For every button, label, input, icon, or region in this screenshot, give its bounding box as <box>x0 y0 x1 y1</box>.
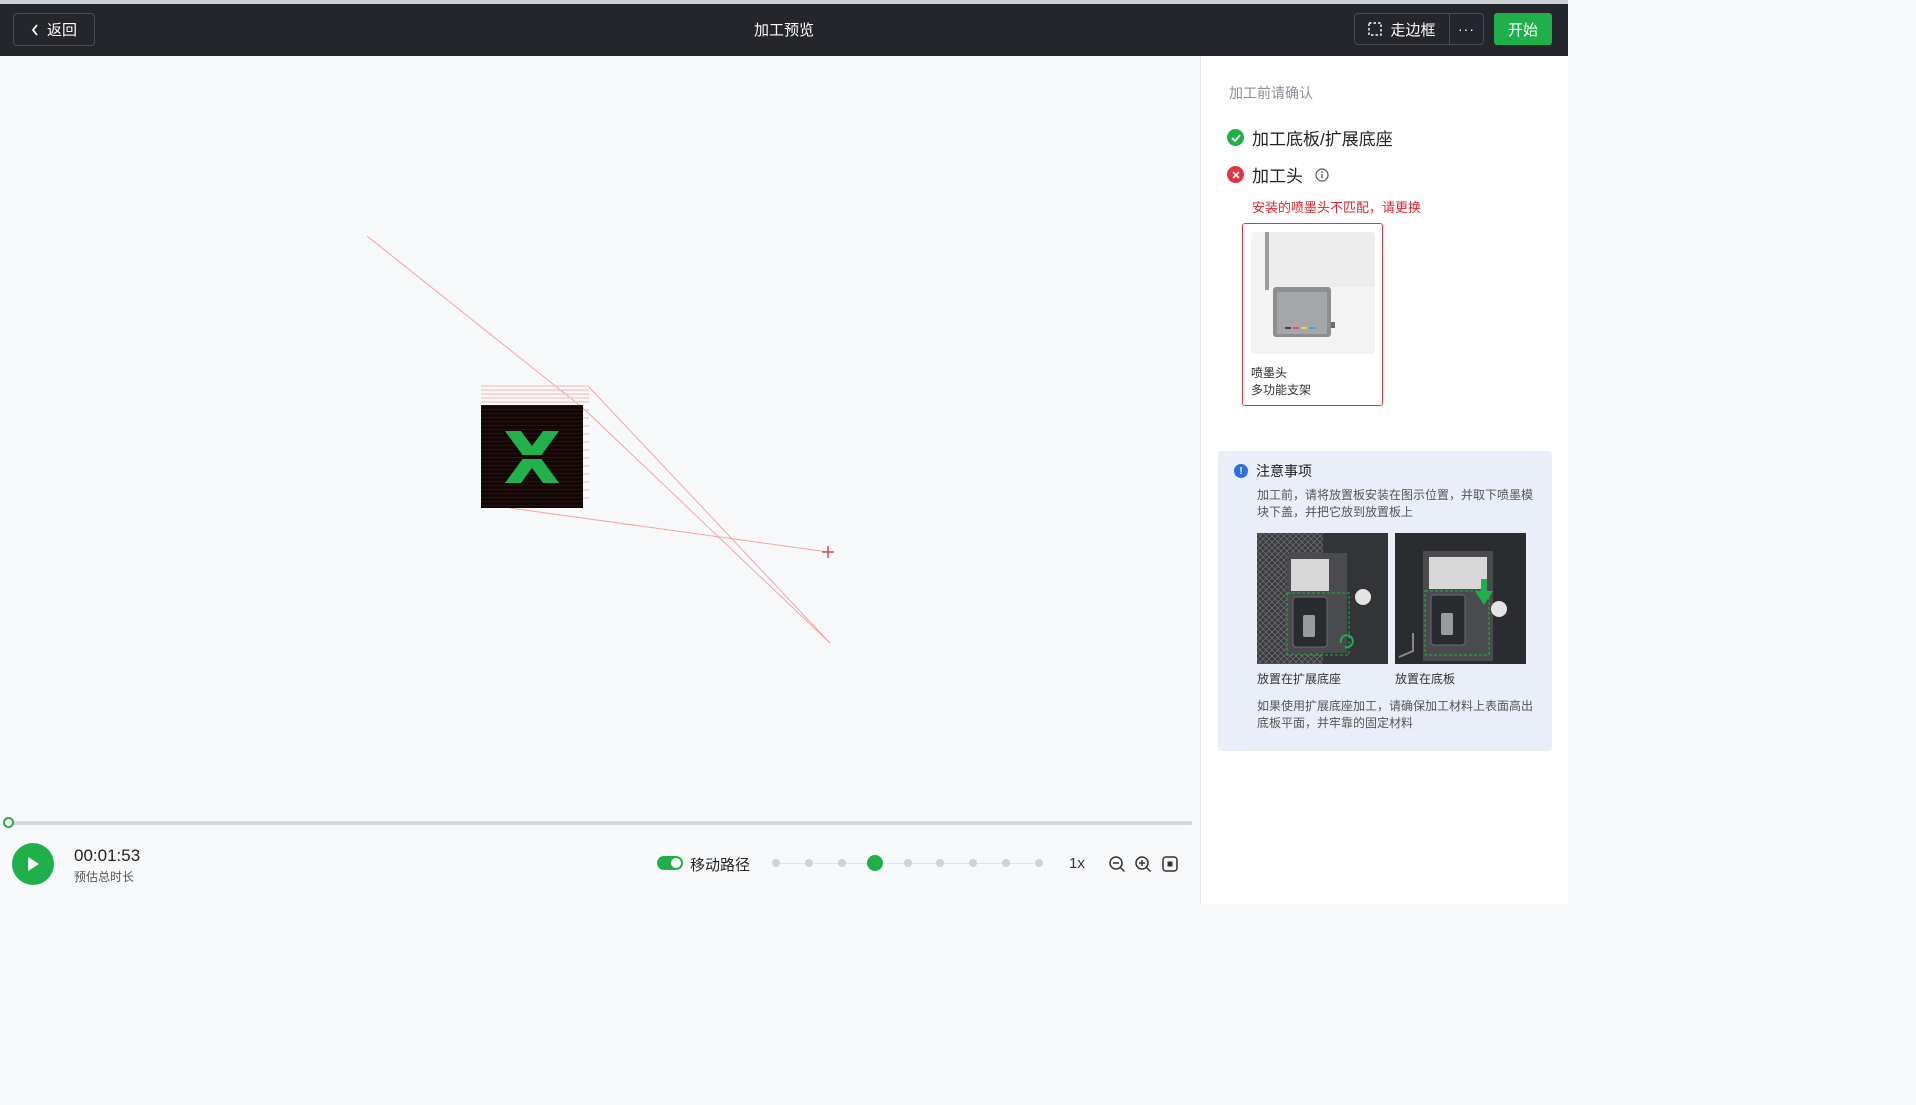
notice-box: ! 注意事项 加工前，请将放置板安装在图示位置，并取下喷墨模块下盖，并把它放到放… <box>1218 451 1552 751</box>
progress-slider[interactable] <box>8 821 1192 825</box>
back-label: 返回 <box>46 22 77 39</box>
check-success-icon <box>1227 129 1244 146</box>
info-icon[interactable] <box>1315 167 1329 182</box>
back-button[interactable]: 返回 <box>13 13 95 46</box>
notice-header: ! 注意事项 <box>1234 461 1312 481</box>
check-label: 加工底板/扩展底座 <box>1252 130 1393 149</box>
tool-path-lines <box>366 235 834 644</box>
speed-step-6[interactable] <box>936 859 945 867</box>
chevron-left-icon <box>31 23 38 36</box>
more-button[interactable]: ··· <box>1449 13 1484 45</box>
speed-value: 1x <box>1069 855 1085 872</box>
play-button[interactable] <box>12 843 54 885</box>
page-title: 加工预览 <box>753 22 814 39</box>
preflight-panel: 加工前请确认 加工底板/扩展底座 加工头 安装的喷墨头不匹配，请更换 喷墨头 多… <box>1200 56 1568 904</box>
head-name: 喷墨头 <box>1251 366 1288 380</box>
speed-step-2[interactable] <box>804 859 813 867</box>
caption-baseplate: 放置在底板 <box>1395 672 1456 686</box>
info-filled-icon: ! <box>1234 464 1248 478</box>
speed-step-3[interactable] <box>837 859 846 867</box>
framing-button[interactable]: 走边框 <box>1354 13 1450 45</box>
speed-step-9[interactable] <box>1035 859 1043 867</box>
placement-baseplate-image <box>1395 533 1526 664</box>
caption-extension-base: 放置在扩展底座 <box>1257 672 1342 686</box>
head-card[interactable]: 喷墨头 多功能支架 <box>1242 223 1383 406</box>
path-toggle[interactable] <box>657 856 683 870</box>
speed-step-8[interactable] <box>1002 859 1011 867</box>
x-logo-icon <box>505 431 559 483</box>
placement-extension-base-image <box>1257 533 1388 664</box>
progress-handle[interactable] <box>3 817 14 828</box>
zoom-out-icon[interactable] <box>1108 855 1126 873</box>
inkjet-head-image <box>1251 232 1375 354</box>
speed-step-1[interactable] <box>772 859 780 867</box>
head-subtitle: 多功能支架 <box>1251 383 1312 397</box>
head-mismatch-error: 安装的喷墨头不匹配，请更换 <box>1252 200 1422 215</box>
speed-step-7[interactable] <box>969 859 978 867</box>
notice-text-top: 加工前，请将放置板安装在图示位置，并取下喷墨模块下盖，并把它放到放置板上 <box>1257 488 1534 519</box>
estimated-time-label: 预估总时长 <box>74 870 135 884</box>
estimated-time: 00:01:53 <box>74 846 141 865</box>
zoom-in-icon[interactable] <box>1134 855 1152 873</box>
playback-bar: 00:01:53 预估总时长 移动路径 1x <box>0 816 1200 904</box>
play-icon <box>28 857 39 871</box>
start-button[interactable]: 开始 <box>1494 13 1552 45</box>
notice-title: 注意事项 <box>1256 463 1312 479</box>
check-row-baseplate: 加工底板/扩展底座 <box>1227 125 1393 150</box>
path-toggle-label: 移动路径 <box>690 857 751 874</box>
design-object[interactable] <box>481 405 583 508</box>
check-label: 加工头 <box>1252 167 1303 186</box>
origin-crosshair-icon <box>822 546 834 558</box>
speed-step-5[interactable] <box>903 859 912 867</box>
header-bar: 返回 加工预览 走边框 ··· 开始 <box>0 4 1568 56</box>
check-row-head: 加工头 <box>1227 162 1329 187</box>
speed-step-4[interactable] <box>866 855 883 871</box>
framing-label: 走边框 <box>1390 21 1436 39</box>
fit-view-icon[interactable] <box>1161 855 1179 873</box>
preview-canvas[interactable] <box>0 56 1200 816</box>
check-error-icon <box>1227 166 1244 183</box>
frame-icon <box>1368 22 1383 36</box>
panel-title: 加工前请确认 <box>1229 85 1313 101</box>
notice-text-bottom: 如果使用扩展底座加工，请确保加工材料上表面高出底板平面，并牢靠的固定材料 <box>1257 699 1534 730</box>
